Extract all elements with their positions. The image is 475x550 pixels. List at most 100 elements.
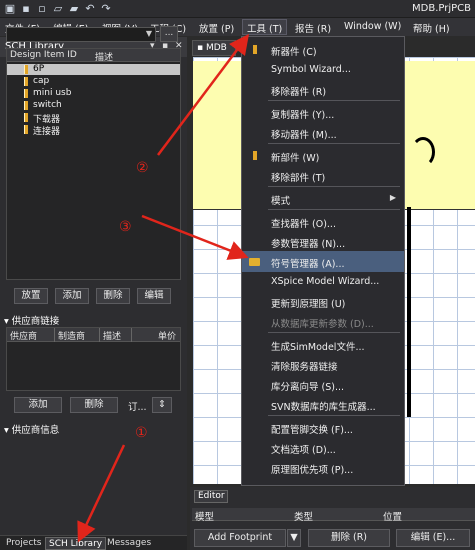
tab-projects[interactable]: Projects [3,537,44,550]
save-icon[interactable]: ▪ [20,3,32,15]
tools-menu-item-label: 新器件 (C) [271,47,317,58]
folder-icon [249,258,260,266]
menu-place[interactable]: 放置 (P) [199,21,234,35]
tools-menu-item-label: 移动器件 (M)... [271,130,337,141]
menu-help[interactable]: 帮助 (H) [413,21,450,35]
tools-menu-item[interactable]: 复制器件 (Y)... [242,102,404,123]
menu-tools[interactable]: 工具 (T) [242,19,288,35]
tools-menu-item[interactable]: XSpice Model Wizard... [242,271,404,292]
editor-header: 模型 类型 位置 [192,508,475,523]
tab-editor[interactable]: Editor [194,490,228,503]
tools-menu-item[interactable]: Symbol Wizard... [242,59,404,80]
tab-messages[interactable]: Messages [104,537,154,550]
add-button[interactable]: 添加 [55,288,89,304]
tools-menu-item-label: 查找器件 (O)... [271,219,336,230]
folder-icon[interactable]: ▰ [68,3,80,15]
component-icon [24,125,28,134]
library-filter-combo[interactable]: ▼ [6,27,156,42]
symbol-line [407,207,411,417]
panel-tabs: Projects SCH Library Messages [0,535,187,550]
tools-menu-item[interactable]: 配置管脚交换 (F)... [242,417,404,438]
menu-reports[interactable]: 报告 (R) [295,21,331,35]
spin-icon[interactable]: ⇕ [152,397,172,413]
tools-menu-item[interactable]: 移除器件 (R) [242,79,404,100]
col-supplier[interactable]: 供应商 [10,329,37,342]
col-description[interactable]: 描述 [95,50,113,63]
tools-menu-item[interactable]: 新器件 (C) [242,39,404,60]
editor-delete-button[interactable]: 删除 (R) [308,529,390,547]
delete-button[interactable]: 删除 [96,288,130,304]
col-location[interactable]: 位置 [383,509,402,523]
tools-menu-item[interactable]: 移动器件 (M)... [242,122,404,143]
component-icon [253,151,257,160]
tree-row[interactable]: 下载器 [7,112,180,125]
col-model[interactable]: 模型 [195,509,214,523]
menu-separator [268,415,400,416]
document-tab[interactable]: ▪ MDB [192,40,236,56]
menu-separator [268,332,400,333]
chevron-down-icon[interactable]: ▼ [287,529,301,547]
col-unit-price[interactable]: 单价 [158,329,176,342]
tree-row[interactable]: switch [7,100,180,111]
tools-menu-item-label: 新部件 (W) [271,153,320,164]
component-icon [24,89,28,98]
tree-row-label: mini usb [33,88,72,98]
tools-menu-item[interactable]: 文档选项 (D)... [242,437,404,458]
column-divider [54,328,55,342]
place-button[interactable]: 放置 [14,288,48,304]
tools-menu-item[interactable]: 查找器件 (O)... [242,211,404,232]
supplier-add-button[interactable]: 添加 [14,397,62,413]
order-label[interactable]: 订... [128,399,147,413]
supplier-info-header[interactable]: ▾ 供应商信息 [4,422,59,436]
expand-icon: ▾ [4,425,12,436]
open-folder-icon[interactable]: ▱ [52,3,64,15]
tools-menu-item[interactable]: 模式 ▶ [242,188,404,209]
annotation-3: ③ [119,219,132,235]
tree-row-label: 连接器 [33,127,61,137]
document-tab-label: MDB [205,43,227,53]
redo-icon[interactable]: ↷ [100,3,112,15]
menu-separator [268,209,400,210]
undo-icon[interactable]: ↶ [84,3,96,15]
tree-row[interactable]: 连接器 [7,124,180,137]
tools-menu-item[interactable]: SVN数据库的库生成器... [242,394,404,415]
tools-menu-item-label: 参数管理器 (N)... [271,239,346,250]
col-description[interactable]: 描述 [103,329,121,342]
tools-menu-item[interactable]: 参数管理器 (N)... [242,231,404,252]
tools-menu-item[interactable]: 更新到原理图 (U) [242,291,404,312]
menu-separator [268,143,400,144]
component-icon [24,77,28,86]
tools-menu-item[interactable]: 清除服务器链接 [242,354,404,375]
tools-menu-item[interactable]: 移除部件 (T) [242,165,404,186]
chevron-down-icon[interactable]: ▼ [146,29,152,38]
window-title: MDB.PrjPCB [412,3,471,14]
col-design-item-id[interactable]: Design Item ID [10,50,77,60]
tools-menu-dropdown: 新器件 (C) Symbol Wizard... 移除器件 (R) 复制器件 (Y).… [241,36,405,486]
browse-button[interactable]: ... [160,26,178,42]
supplier-links-header[interactable]: ▾ 供应商链接 [4,313,59,327]
tools-menu-item-label: XSpice Model Wizard... [271,276,380,287]
menu-window[interactable]: Window (W) [344,21,401,32]
col-type[interactable]: 类型 [294,509,313,523]
submenu-arrow-icon: ▶ [389,193,396,202]
tools-menu-item[interactable]: 符号管理器 (A)... [242,251,404,272]
tools-menu-item[interactable]: 新部件 (W) [242,145,404,166]
tools-menu-item[interactable]: 库分离向导 (S)... [242,374,404,395]
tools-menu-item-label: Symbol Wizard... [271,64,351,75]
supplier-delete-button[interactable]: 删除 [70,397,118,413]
annotation-2: ② [136,160,149,176]
tools-menu-item[interactable]: 原理图优先项 (P)... [242,457,404,478]
tree-row[interactable]: cap [7,76,180,87]
editor-edit-button[interactable]: 编辑 (E)... [396,529,470,547]
tab-sch-library[interactable]: SCH Library [45,537,107,550]
tree-row[interactable]: 6P [7,64,180,75]
tools-menu-item[interactable]: 生成SimModel文件... [242,334,404,355]
title-bar: ▣ ▪ ▫ ▱ ▰ ↶ ↷ MDB.PrjPCB [0,0,475,18]
tools-menu-item-label: 文档选项 (D)... [271,445,336,456]
add-footprint-button[interactable]: Add Footprint [194,529,286,547]
edit-button[interactable]: 编辑 [137,288,171,304]
column-divider [131,328,132,342]
tree-row[interactable]: mini usb [7,88,180,99]
col-manufacturer[interactable]: 制造商 [58,329,85,342]
save-all-icon[interactable]: ▫ [36,3,48,15]
